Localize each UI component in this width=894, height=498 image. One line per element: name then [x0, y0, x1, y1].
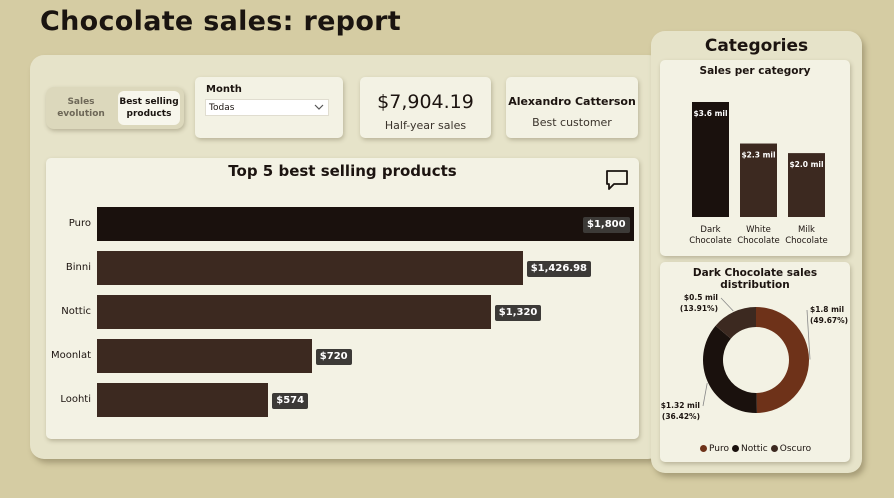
- product-bar[interactable]: [97, 339, 312, 373]
- donut-pct-label: (13.91%): [680, 304, 718, 313]
- legend-dot: [731, 445, 739, 452]
- month-label: Month: [206, 84, 242, 95]
- legend-dot: [770, 445, 778, 452]
- legend-label: Puro: [709, 444, 729, 454]
- donut-leader-line: [702, 383, 708, 407]
- bar-category-label: Puro: [68, 218, 91, 229]
- bar-data-label: $574: [272, 393, 309, 409]
- bar-category-label: Loohti: [60, 394, 91, 405]
- donut-value-label: $1.8 mil: [810, 305, 844, 314]
- sales-per-category-card: Sales per category $3.6 mil Dark Chocolate…: [660, 60, 850, 256]
- bar-category-label: Binni: [65, 262, 91, 273]
- sales-evolution-button[interactable]: Sales evolution: [50, 91, 112, 125]
- donut-slice[interactable]: [703, 325, 757, 413]
- legend-item[interactable]: Oscuro: [770, 444, 812, 454]
- half-year-sales-value: $7,904.19: [377, 91, 474, 113]
- donut-leader-line: [720, 297, 734, 312]
- half-year-sales-label: Half-year sales: [384, 119, 467, 132]
- bar-data-label: $720: [315, 349, 352, 365]
- category-axis-label: Milk: [798, 225, 815, 235]
- donut-pct-label: (36.42%): [662, 412, 700, 421]
- donut-pct-label: (49.67%): [810, 316, 848, 325]
- legend-label: Oscuro: [779, 444, 812, 454]
- bar-category-label: Moonlat: [50, 350, 91, 361]
- sales-per-category-chart: $3.6 milDarkChocolate$2.3 milWhiteChocol…: [689, 102, 828, 246]
- bar-data-label: $1,426.98: [526, 261, 592, 277]
- donut-slice[interactable]: [756, 307, 809, 413]
- dark-chocolate-distribution-chart: $1.8 mil (49.67%) $1.32 mil (36.42%) $0.5 mi…: [661, 293, 848, 421]
- category-data-label: $3.6 mil: [693, 109, 727, 118]
- comment-icon[interactable]: [605, 169, 629, 191]
- donut-value-label: $1.32 mil: [661, 401, 700, 410]
- category-axis-label: Chocolate: [689, 236, 732, 246]
- category-axis-label: White: [746, 225, 771, 235]
- category-axis-label: Chocolate: [785, 236, 828, 246]
- bar-data-label: $1,320: [494, 305, 542, 321]
- best-customer-label: Best customer: [532, 116, 612, 129]
- best-customer-card: Alexandro Catterson Best customer: [506, 77, 638, 138]
- top5-chart-card: Top 5 best selling products Puro $1,800 Bi…: [46, 158, 639, 439]
- top5-chart-title: Top 5 best selling products: [228, 162, 457, 180]
- legend-label: Nottic: [740, 444, 768, 454]
- best-selling-products-button[interactable]: Best selling products: [118, 91, 180, 125]
- month-dropdown-value: Todas: [209, 102, 235, 113]
- legend-item[interactable]: Puro: [700, 444, 729, 454]
- product-bar[interactable]: [97, 295, 491, 329]
- page-title: Chocolate sales: report: [40, 6, 401, 37]
- donut-value-label: $0.5 mil: [684, 293, 718, 302]
- product-bar[interactable]: [97, 207, 634, 241]
- category-bar[interactable]: [692, 102, 729, 217]
- category-axis-label: Dark: [700, 225, 720, 235]
- category-axis-label: Chocolate: [737, 236, 780, 246]
- dark-chocolate-distribution-card: Dark Chocolate sales distribution $1.8 m…: [660, 262, 850, 462]
- legend-item[interactable]: Nottic: [731, 444, 768, 454]
- category-data-label: $2.3 mil: [741, 151, 775, 160]
- category-data-label: $2.0 mil: [789, 160, 823, 169]
- month-filter-card: Month Todas: [195, 77, 343, 138]
- bar-category-label: Nottic: [61, 306, 91, 317]
- month-dropdown[interactable]: Todas: [205, 99, 329, 116]
- product-bar[interactable]: [97, 383, 269, 417]
- distribution-legend: Puro Nottic Oscuro: [700, 444, 811, 454]
- view-toggle: Sales evolution Best selling products: [46, 87, 184, 129]
- bar-data-label: $1,800: [583, 217, 630, 233]
- legend-dot: [700, 445, 707, 452]
- chevron-down-icon: [314, 104, 324, 110]
- categories-title: Categories: [704, 36, 809, 56]
- half-year-sales-card: $7,904.19 Half-year sales: [360, 77, 491, 138]
- product-bar[interactable]: [97, 251, 523, 285]
- best-customer-name: Alexandro Catterson: [508, 95, 636, 108]
